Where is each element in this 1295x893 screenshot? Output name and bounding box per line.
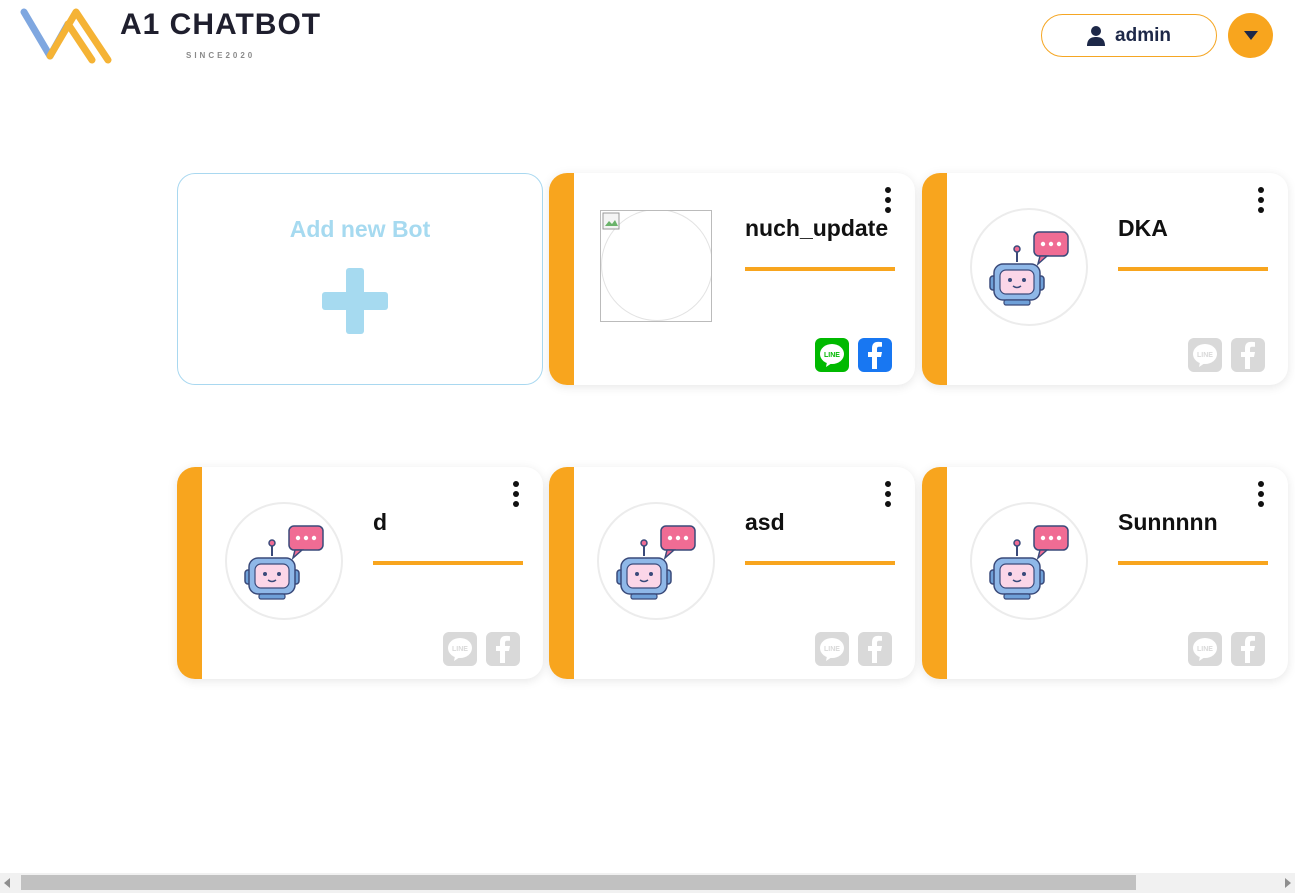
scrollbar-thumb[interactable] (21, 875, 1136, 890)
svg-text:LINE: LINE (1197, 352, 1213, 359)
robot-chat-icon (616, 525, 696, 600)
svg-text:LINE: LINE (452, 646, 468, 653)
caret-down-icon (1243, 31, 1258, 40)
bot-card[interactable]: d LINE (177, 467, 543, 679)
card-accent-stripe (177, 467, 202, 679)
bot-name-underline (373, 561, 523, 565)
robot-chat-icon (989, 231, 1069, 306)
brand-logo[interactable]: A1 CHATBOT SINCE2020 (20, 4, 340, 68)
brand-subtitle: SINCE2020 (186, 51, 256, 60)
facebook-channel-icon[interactable] (486, 632, 520, 666)
scroll-left-arrow-icon[interactable] (4, 878, 10, 888)
svg-text:LINE: LINE (1197, 646, 1213, 653)
bot-name: Sunnnnn (1118, 509, 1218, 535)
bot-name-underline (1118, 267, 1268, 271)
robot-chat-icon (244, 525, 324, 600)
bot-avatar-broken-image (600, 210, 712, 322)
app-root: A1 CHATBOT SINCE2020 admin Add new Bot n… (0, 0, 1295, 893)
account-menu-dropdown-button[interactable] (1228, 13, 1273, 58)
robot-chat-icon (989, 525, 1069, 600)
line-channel-icon[interactable]: LINE (1188, 338, 1222, 372)
facebook-channel-icon[interactable] (858, 338, 892, 372)
bot-name-underline (1118, 561, 1268, 565)
bot-name: DKA (1118, 215, 1168, 241)
bot-avatar (970, 208, 1088, 326)
line-channel-icon[interactable]: LINE (443, 632, 477, 666)
bot-name: nuch_update (745, 215, 889, 241)
scroll-right-arrow-icon[interactable] (1285, 878, 1291, 888)
bot-channels: LINE (443, 632, 520, 666)
bot-avatar (970, 502, 1088, 620)
a1-logo-icon (20, 8, 112, 64)
bot-channels: LINE (815, 632, 892, 666)
bot-name-underline (745, 561, 895, 565)
bot-avatar (597, 502, 715, 620)
user-icon (1087, 25, 1106, 46)
bot-options-kebab-icon[interactable] (881, 187, 895, 213)
line-channel-icon[interactable]: LINE (815, 338, 849, 372)
card-accent-stripe (922, 173, 947, 385)
add-new-bot-card[interactable]: Add new Bot (177, 173, 543, 385)
bot-card[interactable]: Sunnnnn LINE (922, 467, 1288, 679)
user-name-label: admin (1115, 24, 1171, 46)
bot-channels: LINE (1188, 632, 1265, 666)
bot-card[interactable]: nuch_update LINE (549, 173, 915, 385)
line-channel-icon[interactable]: LINE (1188, 632, 1222, 666)
facebook-channel-icon[interactable] (1231, 632, 1265, 666)
card-accent-stripe (922, 467, 947, 679)
card-accent-stripe (549, 467, 574, 679)
bot-options-kebab-icon[interactable] (1254, 481, 1268, 507)
bot-name: asd (745, 509, 785, 535)
bot-options-kebab-icon[interactable] (1254, 187, 1268, 213)
brand-title: A1 CHATBOT (120, 8, 322, 41)
horizontal-scrollbar[interactable] (0, 873, 1295, 893)
bot-options-kebab-icon[interactable] (509, 481, 523, 507)
bot-options-kebab-icon[interactable] (881, 481, 895, 507)
bot-name: d (373, 509, 388, 535)
svg-text:LINE: LINE (824, 352, 840, 359)
bot-channels: LINE (815, 338, 892, 372)
svg-text:LINE: LINE (824, 646, 840, 653)
bot-name-underline (745, 267, 895, 271)
bot-avatar (225, 502, 343, 620)
facebook-channel-icon[interactable] (1231, 338, 1265, 372)
broken-image-icon (602, 212, 620, 230)
line-channel-icon[interactable]: LINE (815, 632, 849, 666)
bot-card[interactable]: DKA LINE (922, 173, 1288, 385)
bot-card[interactable]: asd LINE (549, 467, 915, 679)
bot-channels: LINE (1188, 338, 1265, 372)
add-new-bot-label: Add new Bot (289, 216, 431, 242)
user-account-button[interactable]: admin (1041, 14, 1217, 57)
facebook-channel-icon[interactable] (858, 632, 892, 666)
card-accent-stripe (549, 173, 574, 385)
